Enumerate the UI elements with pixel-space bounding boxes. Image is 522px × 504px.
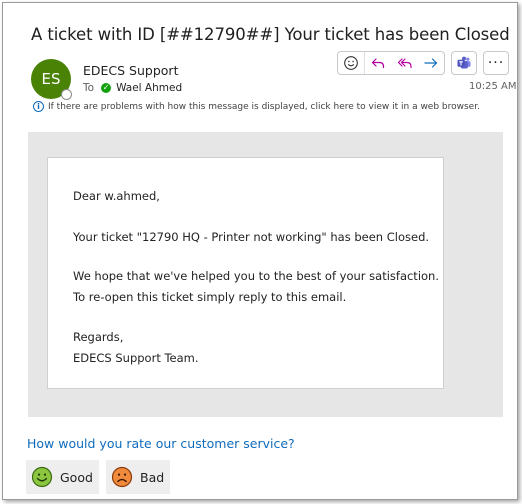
good-label: Good [60, 469, 93, 485]
happy-face-icon [31, 466, 53, 488]
reply-all-icon [397, 58, 412, 69]
to-label: To [83, 82, 95, 94]
sender-name[interactable]: EDECS Support [83, 63, 178, 78]
message-body: Dear w.ahmed, Your ticket "12790 HQ - Pr… [28, 132, 503, 417]
greeting-text: Dear w.ahmed, [73, 189, 160, 203]
sad-face-icon [111, 466, 133, 488]
bad-label: Bad [140, 469, 165, 485]
more-icon: ··· [487, 55, 505, 71]
recipient-name[interactable]: Wael Ahmed [116, 82, 182, 94]
hope-text: We hope that we've helped you to the bes… [73, 269, 439, 283]
recipient-row: To ✓ Wael Ahmed [83, 82, 182, 94]
teams-icon [457, 56, 471, 69]
avatar-initials: ES [41, 70, 61, 88]
forward-button[interactable] [418, 52, 444, 74]
teams-chat-button[interactable] [451, 51, 477, 75]
signature-text: EDECS Support Team. [73, 351, 199, 365]
presence-status-icon [61, 89, 72, 100]
info-message[interactable]: If there are problems with how this mess… [48, 102, 480, 112]
reopen-text: To re-open this ticket simply reply to t… [73, 290, 347, 304]
reply-button[interactable] [365, 52, 391, 74]
email-subject: A ticket with ID [##12790##] Your ticket… [31, 25, 510, 44]
reply-icon [372, 58, 385, 69]
display-info-bar[interactable]: i If there are problems with how this me… [33, 101, 480, 112]
message-card: Dear w.ahmed, Your ticket "12790 HQ - Pr… [47, 157, 444, 389]
forward-icon [424, 58, 437, 68]
regards-text: Regards, [73, 330, 124, 344]
info-icon: i [33, 101, 44, 112]
rate-good-button[interactable]: Good [26, 460, 99, 494]
checkmark-icon: ✓ [101, 83, 112, 93]
status-text: Your ticket "12790 HQ - Printer not work… [73, 230, 430, 244]
emoji-react-button[interactable] [338, 52, 366, 74]
email-reading-pane: A ticket with ID [##12790##] Your ticket… [2, 2, 518, 500]
message-actions-toolbar [337, 51, 445, 75]
received-time: 10:25 AM [469, 81, 517, 92]
reply-all-button[interactable] [392, 52, 418, 74]
rating-question: How would you rate our customer service? [27, 436, 295, 451]
emoji-icon [344, 56, 358, 70]
rate-bad-button[interactable]: Bad [106, 460, 170, 494]
more-actions-button[interactable]: ··· [483, 51, 509, 75]
